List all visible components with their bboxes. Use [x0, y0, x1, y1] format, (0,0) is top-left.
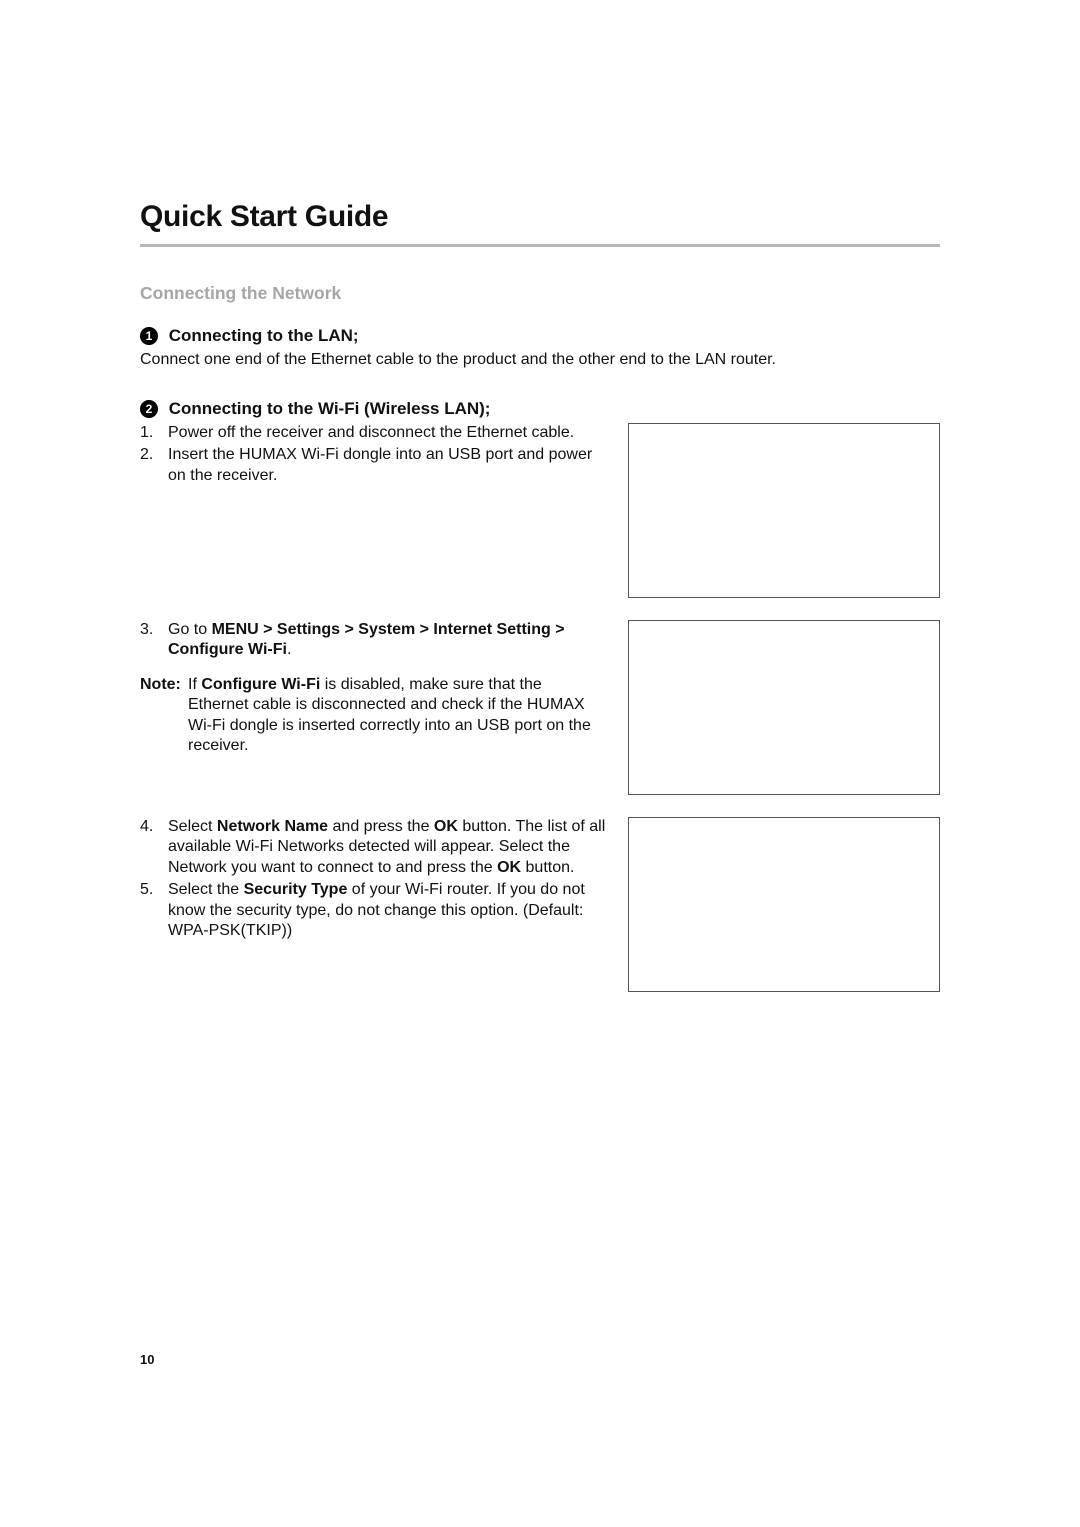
- subheading-lan-text: Connecting to the LAN;: [169, 326, 359, 345]
- subheading-wifi: 2 Connecting to the Wi-Fi (Wireless LAN)…: [140, 399, 940, 419]
- note: Note: If Configure Wi-Fi is disabled, ma…: [140, 675, 606, 757]
- step-3: Go to MENU > Settings > System > Interne…: [168, 620, 606, 661]
- step-1: Power off the receiver and disconnect th…: [168, 423, 606, 443]
- list-item: Select the Security Type of your Wi-Fi r…: [140, 880, 606, 941]
- lan-body: Connect one end of the Ethernet cable to…: [140, 350, 940, 371]
- circled-number-icon: 2: [140, 400, 158, 418]
- screenshot-placeholder: [628, 620, 940, 795]
- screenshot-placeholder: [628, 817, 940, 992]
- divider: [140, 244, 940, 247]
- subheading-wifi-text: Connecting to the Wi-Fi (Wireless LAN);: [169, 399, 491, 418]
- section-heading: Connecting the Network: [140, 283, 940, 304]
- step-2: Insert the HUMAX Wi-Fi dongle into an US…: [168, 445, 606, 486]
- list-item: Power off the receiver and disconnect th…: [140, 423, 606, 443]
- screenshot-placeholder: [628, 423, 940, 598]
- note-label: Note:: [140, 675, 188, 757]
- list-item: Insert the HUMAX Wi-Fi dongle into an US…: [140, 445, 606, 486]
- note-body: If Configure Wi-Fi is disabled, make sur…: [188, 675, 606, 757]
- circled-number-icon: 1: [140, 327, 158, 345]
- step-5: Select the Security Type of your Wi-Fi r…: [168, 880, 606, 941]
- page-number: 10: [140, 1352, 154, 1367]
- list-item: Go to MENU > Settings > System > Interne…: [140, 620, 606, 661]
- subheading-lan: 1 Connecting to the LAN;: [140, 326, 940, 346]
- list-item: Select Network Name and press the OK but…: [140, 817, 606, 878]
- step-4: Select Network Name and press the OK but…: [168, 817, 606, 878]
- page-title: Quick Start Guide: [140, 200, 940, 234]
